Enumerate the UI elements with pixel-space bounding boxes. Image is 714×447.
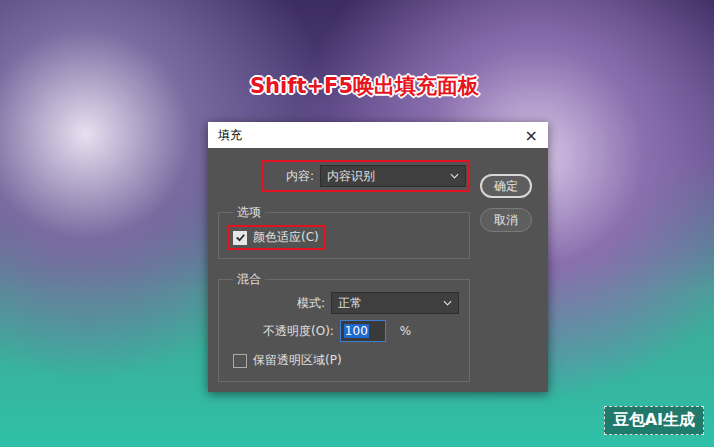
close-button[interactable]: × [525,126,538,145]
dialog-body: 内容: 内容识别 选项 颜色适应(C) 混合 模式: 正常 不透明度(O): 1… [208,148,548,392]
blend-title: 混合 [233,271,265,288]
title-bar: 填充 × [208,122,548,148]
dialog-button[interactable]: 确定 [480,174,532,198]
opacity-unit: % [400,324,411,338]
checkbox-label: 保留透明区域(P) [253,352,342,369]
blend-group: 混合 模式: 正常 不透明度(O): 100 % 保留透明区域(P) [218,271,470,382]
mode-dropdown[interactable]: 正常 [331,292,459,314]
chevron-down-icon [443,300,452,306]
background-image: Shift+F5唤出填充面板 填充 × 内容: 内容识别 选项 颜色适应(C) … [0,0,714,447]
mode-row: 模式: 正常 [227,292,459,314]
annotation-text: Shift+F5唤出填充面板 [250,72,479,100]
opacity-input[interactable]: 100 [340,320,386,342]
opacity-row: 不透明度(O): 100 % [227,320,459,342]
check-icon [235,232,246,243]
checkbox[interactable] [233,354,247,368]
fill-dialog: 填充 × 内容: 内容识别 选项 颜色适应(C) 混合 模式: 正常 不透明度(… [208,122,548,392]
options-group: 选项 颜色适应(C) [218,204,470,259]
content-label: 内容: [286,168,314,185]
content-row: 内容: 内容识别 [262,160,470,192]
checkbox-row[interactable]: 保留透明区域(P) [227,348,348,373]
dialog-button[interactable]: 取消 [480,208,532,232]
checkbox[interactable] [233,231,247,245]
settings-column: 内容: 内容识别 选项 颜色适应(C) 混合 模式: 正常 不透明度(O): 1… [218,160,470,382]
watermark: 豆包AI生成 [604,406,704,435]
button-column: 确定取消 [480,160,532,382]
mode-label: 模式: [297,295,325,312]
dialog-title: 填充 [218,127,242,144]
chevron-down-icon [450,173,459,179]
checkbox-row[interactable]: 颜色适应(C) [227,225,325,250]
options-title: 选项 [233,204,265,221]
opacity-label: 不透明度(O): [263,323,334,340]
content-dropdown[interactable]: 内容识别 [320,165,466,187]
checkbox-label: 颜色适应(C) [253,229,319,246]
